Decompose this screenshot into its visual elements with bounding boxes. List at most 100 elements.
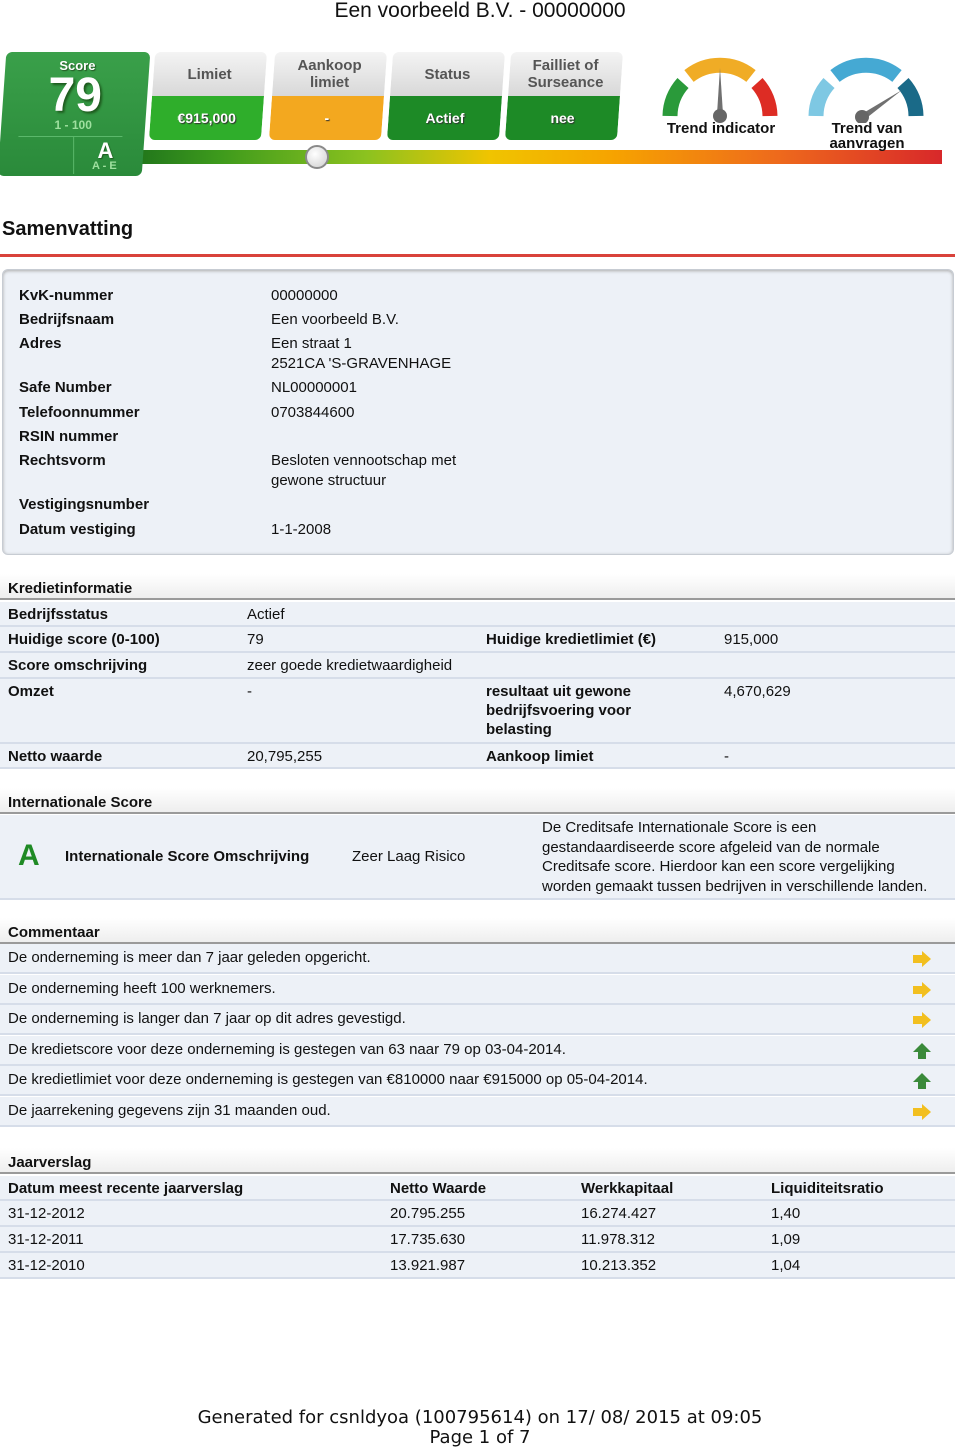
international-desc-value: Zeer Laag Risico	[352, 848, 466, 865]
tile-header: Failliet of Surseance	[527, 57, 604, 91]
score-progress-knob	[305, 145, 330, 169]
summary-label: Rechtsvorm	[19, 452, 106, 469]
credit-label: Omzet	[8, 683, 54, 700]
table-cell: 13.921.987	[390, 1257, 466, 1274]
gauge-label: Trend indicator	[666, 120, 776, 137]
column-header: Liquiditeitsratio	[771, 1180, 884, 1197]
summary-label: Safe Number	[19, 379, 112, 396]
page-footer: Generated for csnldyoa (100795614) on 17…	[0, 1408, 960, 1448]
arrow-right-icon	[913, 1012, 931, 1028]
tile-value: -	[324, 110, 329, 126]
summary-label: Bedrijfsnaam	[19, 311, 115, 328]
credit-value: 915,000	[724, 631, 779, 648]
arrow-right-icon	[913, 981, 931, 998]
tile-aankoop-limiet: Aankoop limiet -	[268, 52, 388, 140]
table-cell: 31-12-2010	[8, 1257, 85, 1274]
credit-value: 20,795,255	[247, 748, 323, 765]
explanation-line: worden gemaakt tussen bedrijven in versc…	[542, 877, 928, 895]
credit-label-line2: bedrijfsvoering voor	[486, 702, 632, 719]
table-row: 31-12-2010 13.921.987 10.213.352 1,04	[0, 1253, 955, 1279]
credit-label: Huidige score (0-100)	[8, 631, 160, 648]
international-score-letter: A	[18, 839, 40, 872]
explanation-line: gestandaardiseerde score afgeleid van de…	[542, 838, 880, 856]
arrow-right-icon	[913, 1103, 931, 1120]
tile-limiet: Limiet €915,000	[148, 52, 268, 140]
credit-label-line3: belasting	[486, 721, 552, 738]
column-header: Werkkapitaal	[581, 1180, 674, 1197]
international-explanation: De Creditsafe Internationale Score is ee…	[542, 818, 927, 896]
section-header-internationale-score: Internationale Score	[0, 788, 955, 814]
summary-label: RSIN nummer	[19, 428, 119, 445]
table-row: 31-12-2012 20.795.255 16.274.427 1,40	[0, 1201, 955, 1227]
summary-label: KvK-nummer	[19, 287, 114, 304]
gauge-label: Trend van aanvragen	[829, 120, 905, 152]
summary-label: Adres	[19, 335, 62, 352]
tile-value: nee	[550, 110, 575, 126]
score-letter-range: A - E	[92, 160, 117, 172]
arrow-up-icon	[913, 1073, 931, 1089]
international-score-row: A Internationale Score Omschrijving Zeer…	[0, 815, 955, 900]
credit-value: Actief	[247, 606, 285, 623]
tile-status: Status Actief	[386, 52, 506, 140]
table-cell: 17.735.630	[390, 1231, 466, 1248]
table-cell: 1,09	[771, 1231, 801, 1248]
table-row: 31-12-2011 17.735.630 11.978.312 1,09	[0, 1227, 955, 1253]
credit-label: Aankoop limiet	[486, 748, 594, 765]
tile-header: Aankoop limiet	[297, 57, 362, 91]
gauge-trend-icon	[662, 57, 778, 123]
credit-label: Netto waarde	[8, 748, 103, 765]
comment-text: De jaarrekening gegevens zijn 31 maanden…	[8, 1101, 331, 1119]
summary-value-line2: 2521CA 'S-GRAVENHAGE	[271, 355, 452, 372]
comment-text: De onderneming is meer dan 7 jaar gelede…	[8, 949, 371, 966]
page-number: Page 1 of 7	[429, 1427, 531, 1448]
credit-label: Score omschrijving	[8, 657, 148, 674]
comment-text: De onderneming is langer dan 7 jaar op d…	[8, 1010, 406, 1027]
summary-value: Een straat 1	[271, 335, 352, 352]
score-banner: Score 79 1 - 100 A A - E Limiet €915,000…	[0, 48, 960, 178]
summary-value: 00000000	[271, 287, 338, 304]
credit-value: 4,670,629	[724, 683, 791, 700]
divider	[18, 136, 123, 137]
credit-row: Netto waarde 20,795,255 Aankoop limiet -	[0, 744, 955, 769]
credit-label: Huidige kredietlimiet (€)	[486, 631, 657, 648]
table-cell: 31-12-2012	[8, 1205, 85, 1222]
table-cell: 31-12-2011	[8, 1231, 84, 1248]
summary-value: 1-1-2008	[271, 521, 332, 538]
section-header-jaarverslag: Jaarverslag	[0, 1148, 955, 1174]
table-cell: 1,04	[771, 1257, 801, 1274]
comment-text: De kredietscore voor deze onderneming is…	[8, 1040, 566, 1058]
comment-row: De jaarrekening gegevens zijn 31 maanden…	[0, 1096, 955, 1127]
trend-indicator-gauge: Trend indicator	[656, 48, 786, 148]
comment-row: De kredietscore voor deze onderneming is…	[0, 1035, 955, 1066]
trend-aanvragen-gauge: Trend van aanvragen	[802, 48, 932, 152]
column-header: Datum meest recente jaarverslag	[8, 1180, 244, 1197]
score-range: 1 - 100	[54, 118, 92, 132]
comment-text: De kredietlimiet voor deze onderneming i…	[8, 1071, 648, 1088]
comment-row: De onderneming is langer dan 7 jaar op d…	[0, 1005, 955, 1035]
comment-row: De kredietlimiet voor deze onderneming i…	[0, 1066, 955, 1096]
summary-value: NL00000001	[271, 379, 357, 396]
credit-label: Bedrijfsstatus	[8, 606, 109, 623]
table-cell: 16.274.427	[581, 1205, 657, 1222]
summary-value: 0703844600	[271, 404, 355, 421]
section-title-samenvatting: Samenvatting	[2, 218, 134, 240]
section-divider	[0, 254, 955, 257]
tile-header: Limiet	[187, 65, 232, 83]
summary-panel: KvK-nummer 00000000 Bedrijfsnaam Een voorb…	[2, 269, 954, 555]
summary-label: Vestigingsnumber	[19, 496, 150, 513]
section-header-commentaar: Commentaar	[0, 918, 955, 944]
arrow-right-icon	[913, 951, 931, 967]
gauge-aanvragen-icon	[808, 57, 924, 124]
section-header-kredietinformatie: Kredietinformatie	[0, 574, 955, 600]
table-cell: 10.213.352	[581, 1257, 657, 1274]
column-header: Netto Waarde	[390, 1180, 487, 1197]
credit-value: -	[724, 748, 729, 765]
score-progress-bar	[120, 150, 942, 164]
summary-value: Besloten vennootschap met	[271, 452, 457, 469]
credit-row: Omzet - resultaat uit gewone bedrijfsvoe…	[0, 679, 955, 744]
credit-label: resultaat uit gewone	[486, 683, 632, 700]
summary-label: Datum vestiging	[19, 521, 136, 538]
comment-text: De onderneming heeft 100 werknemers.	[8, 979, 276, 997]
credit-row: Huidige score (0-100) 79 Huidige krediet…	[0, 627, 955, 653]
table-cell: 1,40	[771, 1205, 801, 1222]
